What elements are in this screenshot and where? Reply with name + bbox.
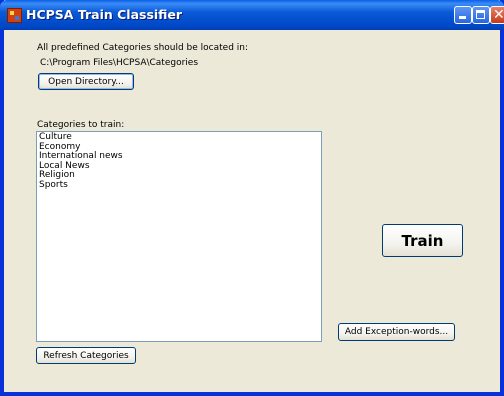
title-bar[interactable]: HCPSA Train Classifier ✕ (0, 0, 504, 30)
list-item-culture[interactable]: Culture (39, 132, 319, 143)
close-button[interactable]: ✕ (490, 6, 504, 24)
categories-list[interactable]: Culture Economy International news Local… (36, 131, 322, 342)
list-item-religion[interactable]: Religion (39, 170, 319, 181)
minimize-icon (459, 16, 466, 19)
window-title: HCPSA Train Classifier (26, 7, 183, 22)
maximize-icon (476, 10, 485, 19)
add-exception-words-button[interactable]: Add Exception-words... (338, 323, 455, 341)
categories-path: C:\Program Files\HCPSA\Categories (40, 58, 199, 68)
app-icon[interactable] (7, 8, 22, 23)
list-item-local-news[interactable]: Local News (39, 161, 319, 172)
categories-label: Categories to train: (37, 120, 125, 130)
minimize-button[interactable] (454, 6, 472, 24)
refresh-categories-button[interactable]: Refresh Categories (36, 347, 136, 364)
maximize-button[interactable] (472, 6, 490, 24)
open-directory-button[interactable]: Open Directory... (38, 73, 134, 90)
location-label: All predefined Categories should be loca… (37, 43, 249, 53)
close-icon: ✕ (493, 7, 504, 23)
train-button[interactable]: Train (382, 224, 463, 257)
list-item-sports[interactable]: Sports (39, 180, 319, 191)
